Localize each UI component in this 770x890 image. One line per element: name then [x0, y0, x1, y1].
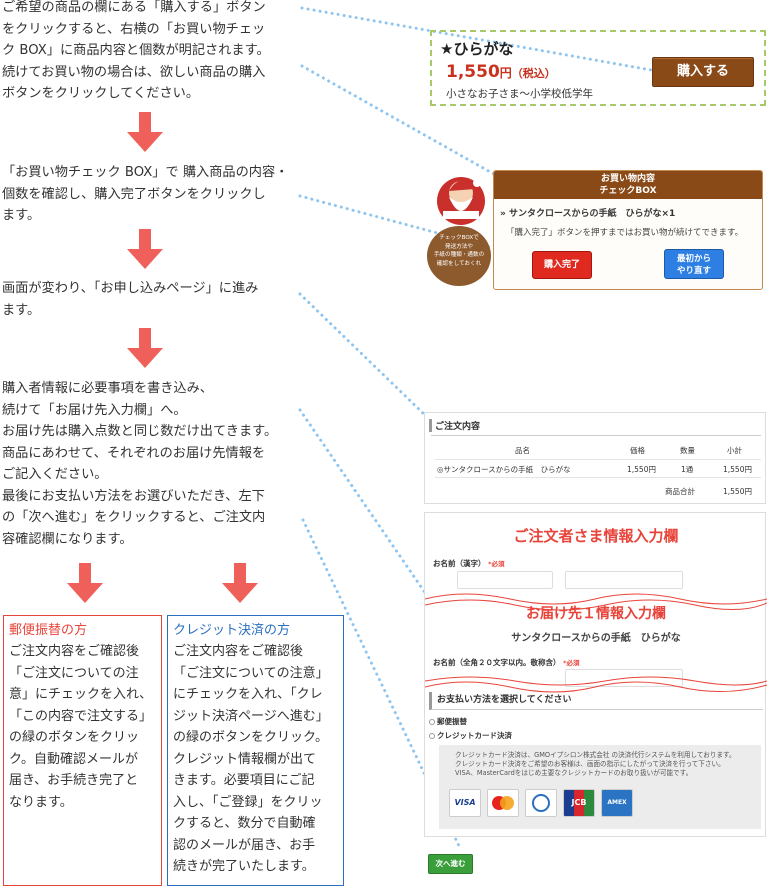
check-box-header: お買い物内容 チェックBOX	[494, 171, 762, 199]
credit-card-box: クレジット決済の方 ご注文内容をご確認後 「ご注文についての注意」 にチェックを…	[167, 615, 344, 886]
step-3-text: 画面が変わり、「お申し込みページ」に進み ます。	[2, 281, 259, 318]
arrow-down-icon	[127, 328, 163, 370]
radio-icon[interactable]	[429, 733, 435, 739]
mastercard-logo-icon	[487, 789, 519, 817]
buy-button[interactable]: 購入する	[652, 57, 754, 87]
product-card: ★ひらがな 1,550円（税込） 小さなお子さま〜小学校低学年 購入する	[430, 30, 766, 106]
order-row-name: ◎サンタクロースからの手紙 ひらがな	[437, 465, 571, 474]
delivery-name-label: お名前（全角２０文字以内。敬称含） *必須	[433, 658, 580, 667]
step-4-text: 購入者情報に必要事項を書き込み、 続けて「お届け先入力欄」へ。 お届け先は購入点…	[2, 381, 278, 547]
restart-button[interactable]: 最初から やり直す	[664, 249, 724, 279]
arrow-down-icon	[127, 112, 163, 154]
amex-logo-icon: AMEX	[601, 789, 633, 817]
credit-card-body: ご注文内容をご確認後 「ご注文についての注意」 にチェックを入れ、「クレ ジット…	[173, 644, 329, 874]
santa-illustration: チェックBOXで 発送方法や 手紙の種類・通数の 確認をしておくれ	[425, 163, 495, 287]
step-1-text: ご希望の商品の欄にある「購入する」ボタン をクリックすると、右横の「お買い物チェ…	[2, 0, 270, 101]
order-header-subtotal: 小計	[727, 446, 742, 455]
order-header-qty: 数量	[680, 446, 695, 455]
delivery-info-title: お届け先１情報入力欄	[526, 606, 666, 622]
radio-icon[interactable]	[429, 719, 435, 725]
orderer-info-title: ご注文者さま情報入力欄	[513, 527, 679, 545]
credit-card-title: クレジット決済の方	[173, 623, 291, 638]
connector-step4-delivery	[298, 408, 432, 602]
product-description: 小さなお子さま〜小学校低学年	[446, 88, 593, 100]
order-summary-panel: ご注文内容 品名 価格 数量 小計 ◎サンタクロースからの手紙 ひらがな 1,5…	[424, 412, 766, 504]
shopping-check-box: お買い物内容 チェックBOX » サンタクロースからの手紙 ひらがな×1 「購入…	[493, 170, 763, 290]
santa-icon	[437, 177, 485, 225]
credit-card-info-text: クレジットカード決済は、GMOイプシロン株式会社 の決済代行システムを利用してお…	[455, 751, 736, 777]
order-form-panel: ご注文者さま情報入力欄 お名前（漢字） *必須 お届け先１情報入力欄 サンタクロ…	[424, 512, 767, 837]
santa-speech-bubble: チェックBOXで 発送方法や 手紙の種類・通数の 確認をしておくれ	[427, 226, 491, 286]
check-box-note: 「購入完了」ボタンを押すまではお買い物が続けてできます。	[506, 228, 744, 238]
connector-step3-form	[298, 292, 430, 420]
product-name: ★ひらがな	[440, 40, 514, 58]
order-row-subtotal: 1,550円	[723, 465, 752, 474]
arrow-down-icon	[67, 563, 103, 605]
order-title: ご注文内容	[429, 419, 480, 432]
check-box-item: » サンタクロースからの手紙 ひらがな×1	[500, 209, 676, 219]
jcb-logo-icon: JCB	[563, 789, 595, 817]
payment-option-postal[interactable]: 郵便振替	[429, 716, 467, 727]
purchase-complete-button[interactable]: 購入完了	[532, 251, 592, 279]
product-price: 1,550円（税込）	[446, 62, 556, 82]
name-label: お名前（漢字） *必須	[433, 559, 505, 568]
order-total-label: 商品合計	[665, 487, 695, 496]
order-header-name: 品名	[515, 446, 530, 455]
next-step-button[interactable]: 次へ進む	[428, 854, 473, 874]
visa-logo-icon: VISA	[449, 789, 481, 817]
order-header-price: 価格	[630, 446, 645, 455]
delivery-product-name: サンタクロースからの手紙 ひらがな	[511, 633, 681, 644]
postal-transfer-title: 郵便振替の方	[9, 623, 88, 638]
postal-transfer-body: ご注文内容をご確認後 「ご注文についての注 意」にチェックを入れ、 「この内容で…	[9, 644, 153, 810]
order-row-qty: 1通	[681, 465, 694, 474]
arrow-down-icon	[222, 563, 258, 605]
payment-method-title: お支払い方法を選択してください	[429, 692, 763, 710]
payment-option-credit[interactable]: クレジットカード決済	[429, 730, 512, 741]
postal-transfer-box: 郵便振替の方 ご注文内容をご確認後 「ご注文についての注 意」にチェックを入れ、…	[3, 615, 162, 886]
credit-card-info: クレジットカード決済は、GMOイプシロン株式会社 の決済代行システムを利用してお…	[439, 745, 761, 829]
diners-logo-icon	[525, 789, 557, 817]
step-2-text: 「お買い物チェック BOX」で 購入商品の内容・ 個数を確認し、購入完了ボタンを…	[2, 165, 289, 223]
arrow-down-icon	[127, 229, 163, 271]
order-row-price: 1,550円	[627, 465, 656, 474]
order-total-value: 1,550円	[723, 487, 752, 496]
